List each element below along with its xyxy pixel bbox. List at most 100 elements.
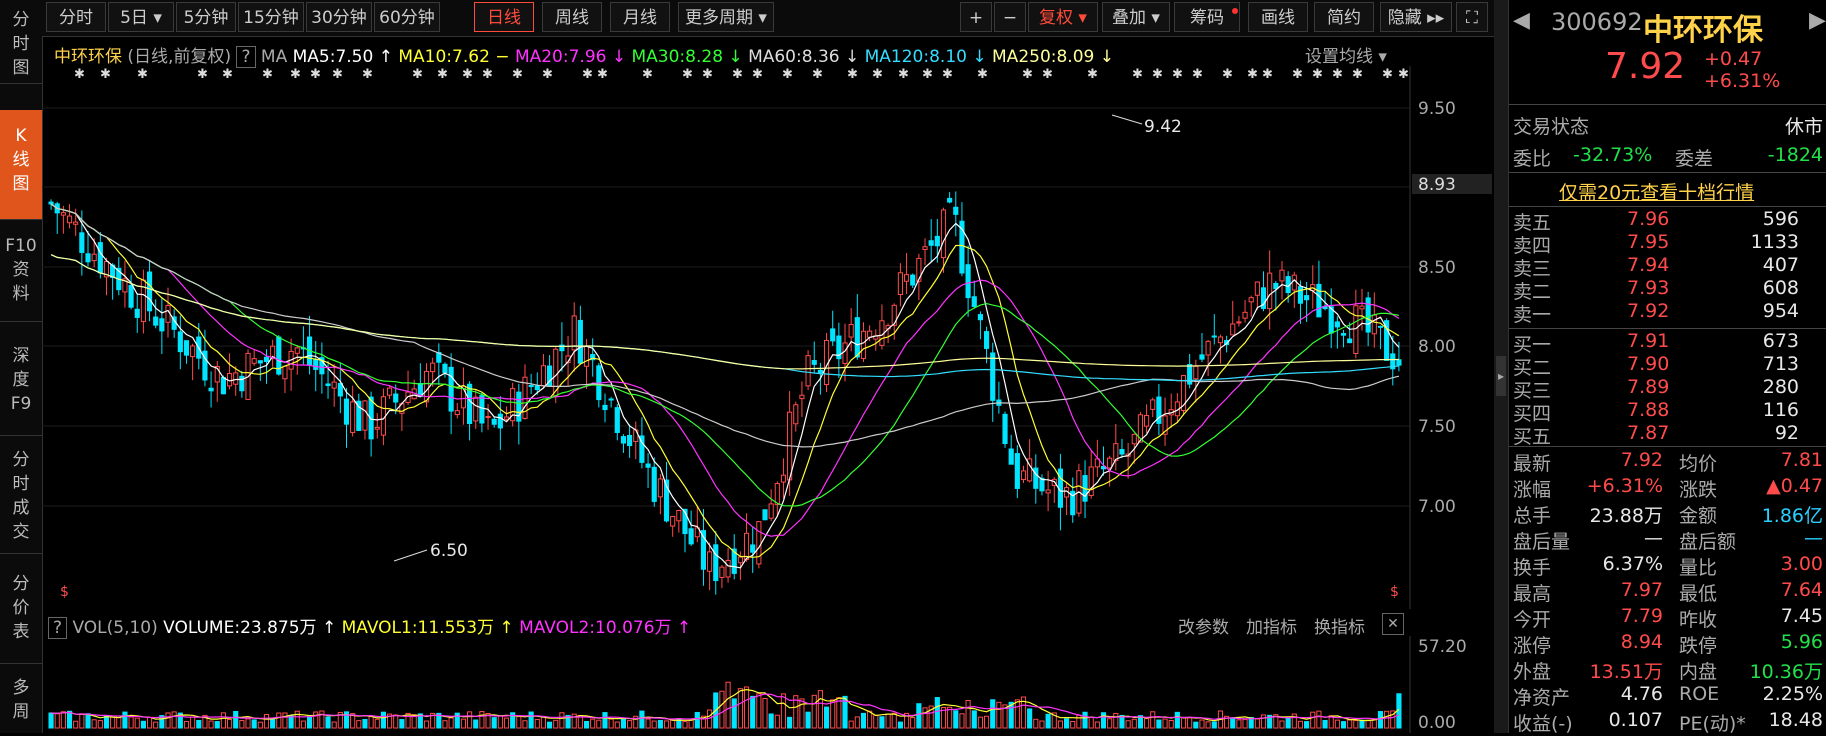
candle-body[interactable] xyxy=(977,314,983,321)
candle-body[interactable] xyxy=(1193,365,1199,380)
event-marker-icon[interactable]: ✱ xyxy=(1152,67,1163,82)
event-marker-icon[interactable]: ✱ xyxy=(597,67,608,82)
candle-body[interactable] xyxy=(688,528,694,545)
event-marker-icon[interactable]: ✱ xyxy=(812,67,823,82)
candle-body[interactable] xyxy=(1340,333,1347,336)
candle-body[interactable] xyxy=(146,271,153,312)
event-marker-icon[interactable]: ✱ xyxy=(197,67,208,82)
candle-body[interactable] xyxy=(922,246,928,251)
candle-body[interactable] xyxy=(1107,457,1113,469)
candle-body[interactable] xyxy=(442,363,448,374)
tab-kline[interactable]: K 线 图 xyxy=(0,110,42,220)
candle-body[interactable] xyxy=(965,264,971,299)
candle-body[interactable] xyxy=(848,324,854,338)
candle-body[interactable] xyxy=(1199,354,1205,360)
candle-body[interactable] xyxy=(743,532,750,561)
candle-body[interactable] xyxy=(1119,448,1125,455)
event-marker-icon[interactable]: ✱ xyxy=(642,67,653,82)
dividend-marker-icon[interactable]: $ xyxy=(1390,584,1399,600)
candle-body[interactable] xyxy=(1396,359,1402,366)
candle-body[interactable] xyxy=(719,566,725,578)
tab-price-table[interactable]: 分 价 表 xyxy=(0,564,42,664)
candle-body[interactable] xyxy=(608,398,614,401)
candle-body[interactable] xyxy=(1316,283,1322,318)
event-marker-icon[interactable]: ✱ xyxy=(542,67,553,82)
candle-body[interactable] xyxy=(528,384,534,388)
event-marker-icon[interactable]: ✱ xyxy=(1247,67,1258,82)
event-marker-icon[interactable]: ✱ xyxy=(74,67,85,82)
event-marker-icon[interactable]: ✱ xyxy=(1398,67,1409,82)
event-marker-icon[interactable]: ✱ xyxy=(977,67,988,82)
candle-body[interactable] xyxy=(867,330,873,338)
candle-body[interactable] xyxy=(897,272,903,295)
ma-settings-dropdown[interactable]: 设置均线 ▾ xyxy=(1305,42,1387,67)
candle-body[interactable] xyxy=(177,331,183,353)
candle-body[interactable] xyxy=(60,212,66,216)
tab-tick-trades[interactable]: 分 时 成 交 xyxy=(0,440,42,554)
candle-body[interactable] xyxy=(583,345,590,367)
candle-body[interactable] xyxy=(294,347,300,354)
candle-body[interactable] xyxy=(768,503,774,519)
candle-body[interactable] xyxy=(750,544,756,553)
event-marker-icon[interactable]: ✱ xyxy=(1022,67,1033,82)
candle-body[interactable] xyxy=(762,509,768,521)
candle-body[interactable] xyxy=(66,215,73,224)
candle-body[interactable] xyxy=(282,365,288,380)
candle-body[interactable] xyxy=(614,407,620,433)
candle-body[interactable] xyxy=(79,232,85,253)
candle-body[interactable] xyxy=(1014,453,1020,489)
candle-body[interactable] xyxy=(1273,282,1279,290)
candle-body[interactable] xyxy=(503,416,510,420)
event-marker-icon[interactable]: ✱ xyxy=(437,67,448,82)
candle-body[interactable] xyxy=(374,426,380,430)
candle-body[interactable] xyxy=(1131,433,1137,445)
candle-body[interactable] xyxy=(159,318,165,332)
candle-body[interactable] xyxy=(799,394,805,400)
zoom-out-button[interactable]: − xyxy=(994,2,1026,32)
expand-arrow-icon[interactable]: ▸ xyxy=(1496,356,1506,396)
btn-overlay[interactable]: 叠加 ▾ xyxy=(1102,2,1170,32)
candle-body[interactable] xyxy=(1267,272,1273,310)
candle-body[interactable] xyxy=(251,358,257,364)
candle-body[interactable] xyxy=(670,515,676,527)
candle-body[interactable] xyxy=(676,509,682,522)
candle-body[interactable] xyxy=(1150,399,1156,410)
event-marker-icon[interactable]: ✱ xyxy=(412,67,423,82)
candle-body[interactable] xyxy=(85,253,91,263)
candle-body[interactable] xyxy=(916,257,922,282)
candle-body[interactable] xyxy=(91,253,97,262)
event-marker-icon[interactable]: ✱ xyxy=(1172,67,1183,82)
candle-body[interactable] xyxy=(448,366,454,412)
candle-body[interactable] xyxy=(928,240,934,246)
event-marker-icon[interactable]: ✱ xyxy=(1222,67,1233,82)
candle-body[interactable] xyxy=(325,383,331,387)
candle-body[interactable] xyxy=(479,395,485,424)
switch-indicator-button[interactable]: 换指标 xyxy=(1314,613,1365,638)
event-marker-icon[interactable]: ✱ xyxy=(1262,67,1273,82)
candle-body[interactable] xyxy=(1353,305,1359,354)
candle-body[interactable] xyxy=(577,319,583,364)
btn-15min[interactable]: 15分钟 xyxy=(238,2,304,32)
candle-body[interactable] xyxy=(1377,325,1384,328)
event-marker-icon[interactable]: ✱ xyxy=(582,67,593,82)
candle-body[interactable] xyxy=(842,342,848,365)
btn-more-periods[interactable]: 更多周期 ▾ xyxy=(678,2,774,32)
candle-body[interactable] xyxy=(153,316,159,326)
event-marker-icon[interactable]: ✱ xyxy=(362,67,373,82)
zoom-in-button[interactable]: + xyxy=(960,2,992,32)
candle-body[interactable] xyxy=(540,365,547,387)
candle-body[interactable] xyxy=(454,410,460,416)
candle-body[interactable] xyxy=(362,400,368,431)
candle-body[interactable] xyxy=(1328,306,1334,334)
candle-body[interactable] xyxy=(128,284,134,308)
volume-chart[interactable]: 57.20 0.00 xyxy=(42,636,1494,733)
candle-body[interactable] xyxy=(1365,297,1371,333)
btn-daily[interactable]: 日线 xyxy=(474,2,534,32)
candle-body[interactable] xyxy=(657,478,663,498)
candle-body[interactable] xyxy=(651,466,657,502)
candle-body[interactable] xyxy=(971,296,977,307)
event-marker-icon[interactable]: ✱ xyxy=(702,67,713,82)
candle-body[interactable] xyxy=(73,221,79,225)
candle-body[interactable] xyxy=(713,544,719,582)
candle-body[interactable] xyxy=(497,413,503,429)
